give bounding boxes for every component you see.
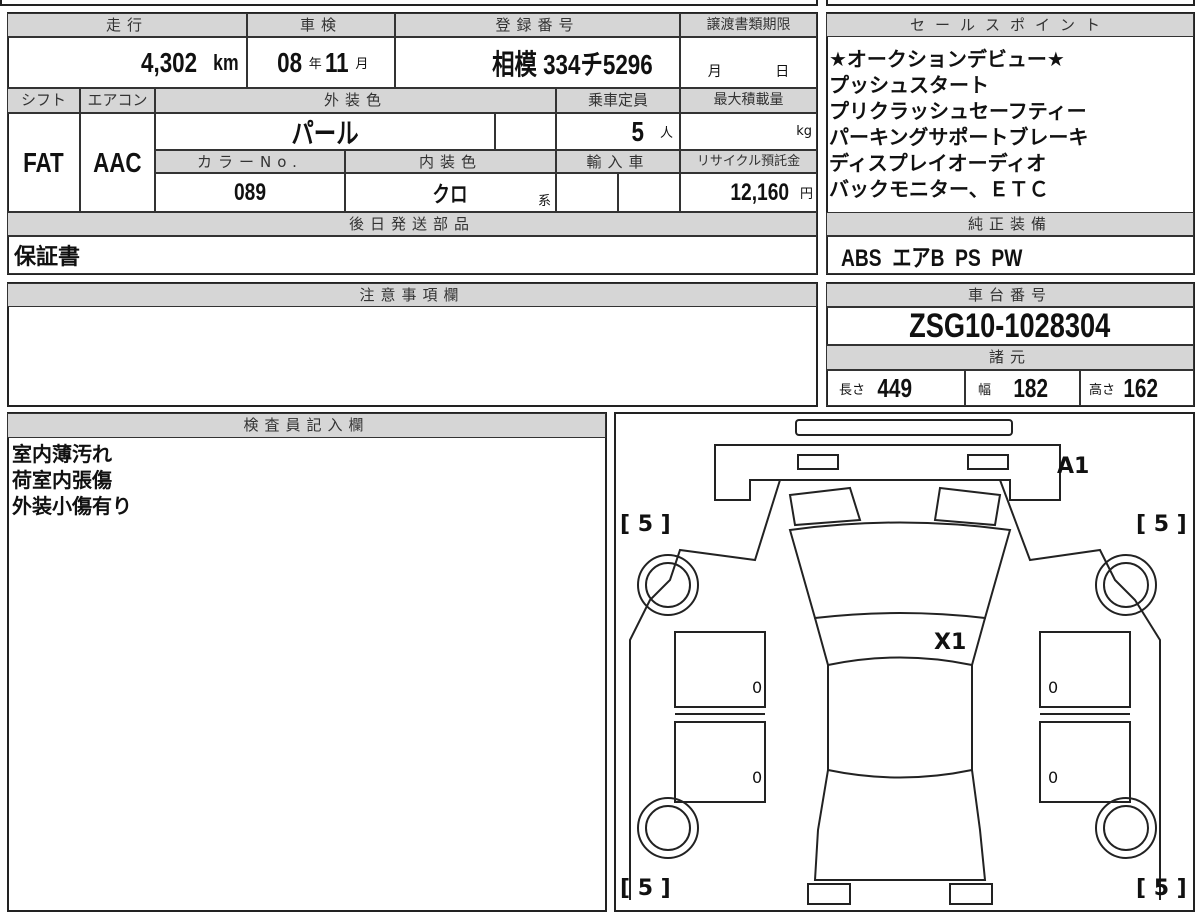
door-mark: 0 (752, 678, 763, 697)
sales-point: ★オークションデビュー★ (829, 47, 1065, 71)
recycle-value: 12,160 円 (680, 173, 817, 212)
registration-value: 相模 334チ5296 (395, 37, 680, 88)
aircon-value: AAC (80, 113, 155, 212)
mileage-value: 4,302 km (7, 37, 247, 88)
sales-points-list: ★オークションデビュー★ プッシュスタート プリクラッシュセーフティー パーキン… (827, 46, 1193, 202)
door-mark: 0 (752, 768, 763, 787)
inspector-note: 室内薄汚れ (12, 442, 112, 466)
color-no-header: カラーNo. (155, 150, 345, 173)
exterior-color-value: パール (155, 113, 495, 150)
capacity-header: 乗車定員 (556, 88, 680, 113)
recycle-header: リサイクル預託金 (680, 150, 817, 173)
inspector-header: 検査員記入欄 (7, 413, 606, 438)
windshield-damage-mark: X1 (934, 630, 967, 655)
interior-color-header: 内装色 (345, 150, 556, 173)
width-cell: 幅 182 (965, 370, 1080, 406)
sales-point: ディスプレイオーディオ (829, 151, 1047, 175)
later-parts-header: 後日発送部品 (7, 212, 817, 236)
mileage-header: 走行 (7, 13, 247, 37)
color-no-value: 089 (155, 173, 345, 212)
max-load-value: kg (680, 113, 817, 150)
transfer-value: 月日 (680, 37, 817, 88)
registration-header: 登録番号 (395, 13, 680, 37)
sales-point: パーキングサポートブレーキ (829, 125, 1089, 149)
standard-equipment-header: 純正装備 (826, 212, 1194, 236)
import-value-a (556, 173, 618, 212)
interior-color-value: クロ系 (345, 173, 556, 212)
capacity-value: 5人 (556, 113, 680, 150)
chassis-value: ZSG10-1028304 (826, 307, 1194, 345)
tire-front-right: [ 5 ] (1136, 512, 1187, 537)
car-diagram (629, 419, 1161, 905)
front-damage-mark: A1 (1057, 454, 1090, 479)
sales-point: バックモニター、ＥＴＣ (829, 177, 1049, 201)
shift-header: シフト (7, 88, 80, 113)
chassis-header: 車台番号 (826, 283, 1194, 307)
top-strip-right (826, 0, 1195, 6)
import-value-b (618, 173, 680, 212)
inspector-note: 荷室内張傷 (12, 468, 112, 492)
transfer-header: 譲渡書類期限 (680, 13, 817, 37)
height-cell: 高さ 162 (1080, 370, 1194, 406)
specs-header: 諸元 (826, 345, 1194, 370)
exterior-color-extra (495, 113, 556, 150)
inspector-note: 外装小傷有り (12, 494, 132, 518)
tire-rear-right: [ 5 ] (1136, 876, 1187, 901)
door-mark: 0 (1048, 678, 1059, 697)
notes-header: 注意事項欄 (7, 283, 817, 307)
max-load-header: 最大積載量 (680, 88, 817, 113)
shift-value: FAT (7, 113, 80, 212)
length-cell: 長さ 449 (826, 370, 965, 406)
inspection-header: 車検 (247, 13, 395, 37)
aircon-header: エアコン (80, 88, 155, 113)
import-header: 輸入車 (556, 150, 680, 173)
exterior-color-header: 外装色 (155, 88, 556, 113)
door-mark: 0 (1048, 768, 1059, 787)
standard-equipment-value: ABS エアB PS PW (826, 236, 1194, 274)
sales-point: プリクラッシュセーフティー (829, 99, 1087, 123)
car-diagram-box: A1 X1 [ 5 ] [ 5 ] [ 5 ] [ 5 ] 0 0 0 0 (614, 412, 1195, 912)
sales-point: プッシュスタート (829, 73, 989, 97)
tire-rear-left: [ 5 ] (620, 876, 671, 901)
sales-points-header: セールスポイント (826, 13, 1194, 37)
inspection-value: 08 年 11 月 (247, 37, 395, 88)
tire-front-left: [ 5 ] (620, 512, 671, 537)
later-parts-value: 保証書 (7, 236, 817, 274)
top-strip (0, 0, 818, 6)
inspector-notes: 室内薄汚れ 荷室内張傷 外装小傷有り (12, 441, 132, 519)
